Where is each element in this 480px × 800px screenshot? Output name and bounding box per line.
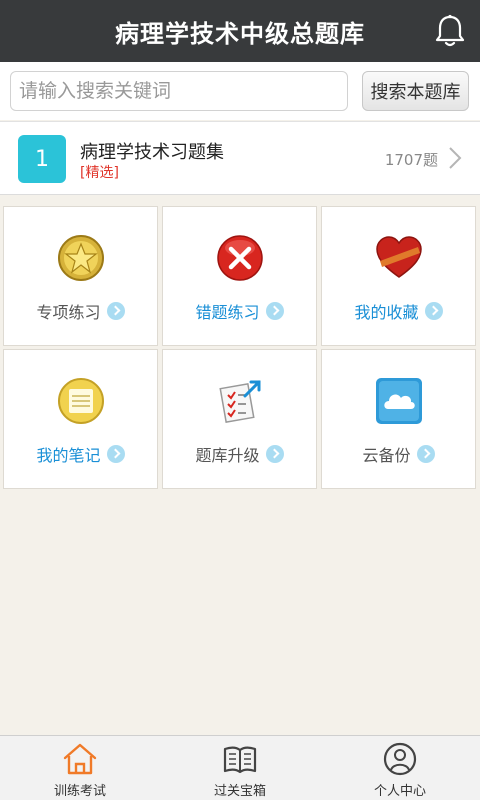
tab-treasure-box[interactable]: 过关宝箱 — [160, 736, 320, 800]
tab-label: 过关宝箱 — [213, 784, 266, 799]
arrow-circle-icon — [106, 302, 125, 320]
search-button[interactable]: 搜索本题库 — [362, 71, 469, 111]
grid-item-notes[interactable]: 我的笔记 — [3, 349, 158, 489]
arrow-circle-icon — [416, 445, 435, 463]
arrow-circle-icon — [265, 445, 284, 463]
grid-item-favorites[interactable]: 我的收藏 — [321, 206, 476, 346]
grid-item-upgrade[interactable]: 题库升级 — [162, 349, 317, 489]
tab-training-exam[interactable]: 训练考试 — [0, 736, 160, 800]
home-icon — [63, 743, 97, 775]
arrow-circle-icon — [106, 445, 125, 463]
chevron-right-icon — [449, 147, 462, 169]
bank-name: 病理学技术习题集 — [80, 142, 224, 163]
question-bank-item[interactable]: 1 病理学技术习题集 [精选] 1707题 — [0, 121, 480, 195]
bank-featured-tag: [精选] — [80, 165, 119, 181]
checklist-upgrade-icon — [218, 380, 260, 424]
grid-item-label: 专项练习 — [4, 299, 157, 323]
bank-index-badge: 1 — [18, 135, 66, 183]
tab-label: 训练考试 — [53, 784, 106, 799]
page-title: 病理学技术中级总题库 — [115, 19, 365, 48]
heart-icon — [375, 236, 422, 278]
notepad-icon — [57, 378, 104, 424]
tab-label: 个人中心 — [373, 784, 426, 799]
grid-item-label: 云备份 — [322, 442, 475, 466]
arrow-circle-icon — [265, 302, 284, 320]
bell-icon[interactable] — [434, 14, 466, 48]
grid-item-label: 题库升级 — [163, 442, 316, 466]
grid-item-wrong-practice[interactable]: 错题练习 — [162, 206, 317, 346]
grid-item-label: 错题练习 — [163, 299, 316, 323]
bottom-tab-bar: 训练考试 过关宝箱 个人中心 — [0, 735, 480, 800]
tab-personal-center[interactable]: 个人中心 — [320, 736, 480, 800]
arrow-circle-icon — [424, 302, 443, 320]
star-badge-icon — [57, 235, 104, 281]
grid-item-label: 我的笔记 — [4, 442, 157, 466]
search-bar: 搜索本题库 — [0, 62, 480, 120]
grid-item-cloud-backup[interactable]: 云备份 — [321, 349, 476, 489]
app-header: 病理学技术中级总题库 — [0, 0, 480, 62]
user-icon — [383, 742, 417, 776]
search-input[interactable] — [10, 71, 348, 111]
cloud-icon — [375, 378, 422, 424]
book-icon — [223, 746, 257, 774]
red-x-icon — [216, 235, 263, 281]
bank-question-count: 1707题 — [384, 151, 438, 169]
grid-item-special-practice[interactable]: 专项练习 — [3, 206, 158, 346]
grid-item-label: 我的收藏 — [322, 299, 475, 323]
